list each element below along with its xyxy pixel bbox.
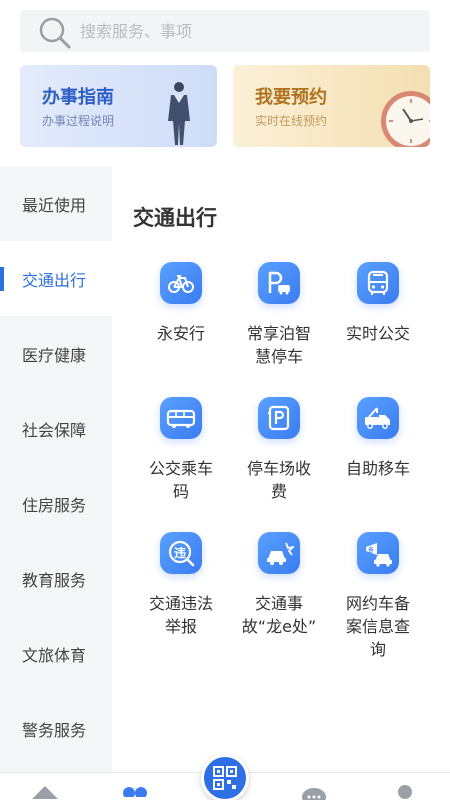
search-bar[interactable] <box>20 10 430 52</box>
bicycle-icon <box>160 262 202 304</box>
violation-icon: 违 <box>160 532 202 574</box>
sidebar-item-social-security[interactable]: 社会保障 <box>0 391 112 466</box>
booking-card[interactable]: 我要预约 实时在线预约 <box>233 65 430 147</box>
bus-side-icon <box>160 397 202 439</box>
businessman-illustration <box>168 82 190 145</box>
guide-subtitle: 办事过程说明 <box>42 114 115 128</box>
tow-truck-icon <box>357 397 399 439</box>
guide-title: 办事指南 <box>42 87 114 108</box>
service-realtime-bus[interactable]: 实时公交 <box>329 262 427 345</box>
service-ride-hailing-query[interactable]: 备 网约车备案信息查询 <box>329 532 427 661</box>
sidebar-item-label: 住房服务 <box>22 495 87 515</box>
guide-card[interactable]: 办事指南 办事过程说明 <box>20 65 217 147</box>
sidebar-item-medical[interactable]: 医疗健康 <box>0 316 112 391</box>
qr-code-button[interactable] <box>201 754 249 800</box>
parking-icon <box>258 262 300 304</box>
service-label: 常享泊智慧停车 <box>246 324 311 366</box>
service-label: 公交乘车码 <box>148 459 213 501</box>
category-sidebar: 最近使用 交通出行 医疗健康 社会保障 住房服务 教育服务 文旅体育 警务服务 <box>0 166 112 776</box>
service-violation-report[interactable]: 违 交通违法举报 <box>132 532 230 638</box>
service-smart-parking[interactable]: 常享泊智慧停车 <box>230 262 328 368</box>
service-label: 自助移车 <box>345 459 410 478</box>
svg-text:违: 违 <box>174 545 186 560</box>
service-label: 停车场收费 <box>246 459 311 501</box>
home-icon[interactable] <box>30 783 60 800</box>
service-label: 网约车备案信息查询 <box>345 594 410 659</box>
accident-icon <box>258 532 300 574</box>
clock-illustration <box>381 91 430 147</box>
bus-icon <box>357 262 399 304</box>
search-input[interactable] <box>80 10 410 52</box>
service-accident-longe[interactable]: 交通事故“龙e处” <box>230 532 328 638</box>
sidebar-item-label: 警务服务 <box>22 720 87 740</box>
sidebar-item-transport[interactable]: 交通出行 <box>0 241 112 316</box>
service-label: 永安行 <box>156 324 205 343</box>
service-bus-pass-code[interactable]: 公交乘车码 <box>132 397 230 503</box>
service-parking-fee[interactable]: 停车场收费 <box>230 397 328 503</box>
grid-icon[interactable] <box>121 783 149 800</box>
service-label: 交通违法举报 <box>148 594 213 636</box>
service-yonganxing[interactable]: 永安行 <box>132 262 230 345</box>
sidebar-item-label: 最近使用 <box>22 195 87 215</box>
booking-title: 我要预约 <box>255 87 327 108</box>
user-icon[interactable] <box>393 783 417 800</box>
sidebar-item-label: 医疗健康 <box>22 345 87 365</box>
sidebar-item-label: 社会保障 <box>22 420 87 440</box>
sidebar-item-recent[interactable]: 最近使用 <box>0 166 112 241</box>
booking-subtitle: 实时在线预约 <box>255 114 328 128</box>
section-title: 交通出行 <box>133 206 217 230</box>
service-label: 交通事故“龙e处” <box>241 594 317 636</box>
qr-code-icon <box>213 766 237 790</box>
sidebar-item-education[interactable]: 教育服务 <box>0 541 112 616</box>
chat-icon[interactable] <box>300 783 328 800</box>
service-self-move-car[interactable]: 自助移车 <box>329 397 427 480</box>
ride-hailing-icon: 备 <box>357 532 399 574</box>
svg-text:备: 备 <box>368 546 374 554</box>
sidebar-item-housing[interactable]: 住房服务 <box>0 466 112 541</box>
sidebar-item-label: 教育服务 <box>22 570 87 590</box>
parking-fee-icon <box>258 397 300 439</box>
sidebar-item-label: 交通出行 <box>22 270 87 290</box>
sidebar-item-culture-sports[interactable]: 文旅体育 <box>0 616 112 691</box>
service-label: 实时公交 <box>345 324 410 343</box>
search-icon <box>39 17 71 49</box>
sidebar-item-label: 文旅体育 <box>22 645 87 665</box>
sidebar-item-police[interactable]: 警务服务 <box>0 691 112 766</box>
